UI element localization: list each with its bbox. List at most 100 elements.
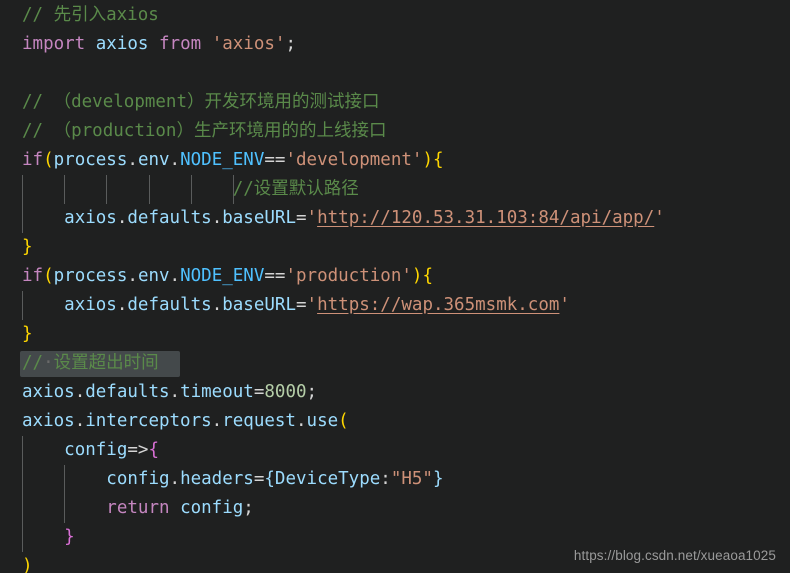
code-text: import axios from 'axios'; (22, 30, 296, 59)
token-op: = (296, 295, 307, 315)
csdn-watermark: https://blog.csdn.net/xueaoa1025 (573, 548, 776, 563)
code-line[interactable]: // 先引入axios (0, 1, 790, 30)
token-ws: · (43, 353, 54, 373)
code-line[interactable] (0, 59, 790, 88)
token-br-y: } (22, 237, 33, 257)
token-op: . (169, 266, 181, 286)
token-op: . (116, 295, 128, 315)
code-line[interactable]: config.headers={DeviceType:"H5"} (0, 465, 790, 494)
token-op (170, 498, 181, 518)
token-op: == (264, 266, 286, 286)
code-text: axios.defaults.baseURL='http://120.53.31… (22, 204, 665, 233)
token-op: : (380, 469, 391, 489)
code-text: // （development）开发环境用的测试接口 (22, 88, 380, 117)
token-kw: return (106, 498, 170, 518)
token-op (22, 179, 233, 199)
token-str: 'development' (285, 150, 423, 170)
token-op: = (253, 382, 265, 402)
token-var: defaults (127, 295, 212, 315)
token-var: axios (95, 34, 149, 54)
code-line[interactable]: axios.defaults.timeout=8000; (0, 378, 790, 407)
code-line[interactable]: // （production）生产环境用的的上线接口 (0, 117, 790, 146)
token-op: . (74, 382, 86, 402)
token-op (148, 34, 159, 54)
token-op: . (116, 208, 128, 228)
token-op (201, 34, 212, 54)
token-op: => (127, 440, 149, 460)
token-br-p: { (148, 440, 159, 460)
token-var: interceptors (85, 411, 212, 431)
token-op (22, 527, 64, 547)
token-cmt: //设置默认路径 (232, 179, 359, 199)
token-br-y: ) (22, 556, 33, 573)
token-var: use (306, 411, 339, 431)
token-br-y: ( (43, 266, 54, 286)
token-cmt: // （production）生产环境用的的上线接口 (22, 121, 387, 141)
token-op: = (296, 208, 307, 228)
code-line[interactable]: axios.defaults.baseURL='http://120.53.31… (0, 204, 790, 233)
token-kw: if (22, 150, 44, 170)
token-var: axios (64, 208, 117, 228)
token-str: ' (559, 295, 570, 315)
code-area[interactable]: // 先引入axios import axios from 'axios';// … (0, 0, 790, 573)
code-text: //·设置超出时间 (22, 349, 159, 378)
token-var: DeviceType (274, 469, 381, 489)
token-var: env (137, 150, 170, 170)
token-cmt: 设置超出时间 (53, 353, 159, 373)
token-op: . (169, 382, 181, 402)
code-editor[interactable]: // 先引入axios import axios from 'axios';// … (0, 0, 790, 573)
token-br-y: } (22, 324, 33, 344)
code-text: if(process.env.NODE_ENV=='production'){ (22, 262, 433, 291)
token-br-y: ) (411, 266, 423, 286)
token-br-y: { (422, 266, 433, 286)
url-link[interactable]: http://120.53.31.103:84/api/app/ (317, 208, 654, 228)
code-line[interactable]: return config; (0, 494, 790, 523)
token-op: ; (243, 498, 254, 518)
code-line[interactable]: if(process.env.NODE_ENV=='development'){ (0, 146, 790, 175)
token-var: config (106, 469, 170, 489)
token-op (22, 498, 106, 518)
code-text: config=>{ (22, 436, 159, 465)
code-text: ) (22, 552, 33, 573)
token-br-y: ( (338, 411, 349, 431)
code-text: if(process.env.NODE_ENV=='development'){ (22, 146, 444, 175)
code-line[interactable]: config=>{ (0, 436, 790, 465)
token-op (22, 440, 64, 460)
code-line[interactable]: //·设置超出时间 (0, 349, 790, 378)
code-line[interactable]: //设置默认路径 (0, 175, 790, 204)
code-line[interactable]: } (0, 320, 790, 349)
token-kw: if (22, 266, 44, 286)
token-var: process (53, 150, 128, 170)
token-var: axios (64, 295, 117, 315)
code-line[interactable]: if(process.env.NODE_ENV=='production'){ (0, 262, 790, 291)
token-kw: import (22, 34, 86, 54)
token-br-y: ) (422, 150, 433, 170)
token-op: . (74, 411, 86, 431)
code-text: // 先引入axios (22, 1, 159, 30)
code-text: axios.defaults.baseURL='https://wap.365m… (22, 291, 570, 320)
token-br-y: ( (43, 150, 54, 170)
token-op: . (211, 208, 223, 228)
code-line[interactable]: axios.interceptors.request.use( (0, 407, 790, 436)
code-text: } (22, 233, 33, 262)
token-var: axios (22, 382, 75, 402)
code-line[interactable]: import axios from 'axios'; (0, 30, 790, 59)
token-op: . (211, 295, 223, 315)
token-br-b: } (432, 469, 444, 489)
code-line[interactable]: } (0, 233, 790, 262)
token-var: baseURL (222, 295, 296, 315)
code-text: axios.interceptors.request.use( (22, 407, 349, 436)
code-line[interactable]: axios.defaults.baseURL='https://wap.365m… (0, 291, 790, 320)
token-var: baseURL (222, 208, 296, 228)
code-text: // （production）生产环境用的的上线接口 (22, 117, 386, 146)
token-op: . (211, 411, 223, 431)
token-op: == (264, 150, 286, 170)
code-text: axios.defaults.timeout=8000; (22, 378, 317, 407)
token-op (85, 34, 96, 54)
token-str: "H5" (390, 469, 433, 489)
token-str: ' (306, 295, 318, 315)
url-link[interactable]: https://wap.365msmk.com (317, 295, 559, 315)
code-line[interactable]: // （development）开发环境用的测试接口 (0, 88, 790, 117)
code-text: //设置默认路径 (22, 175, 359, 204)
token-kw: from (159, 34, 202, 54)
